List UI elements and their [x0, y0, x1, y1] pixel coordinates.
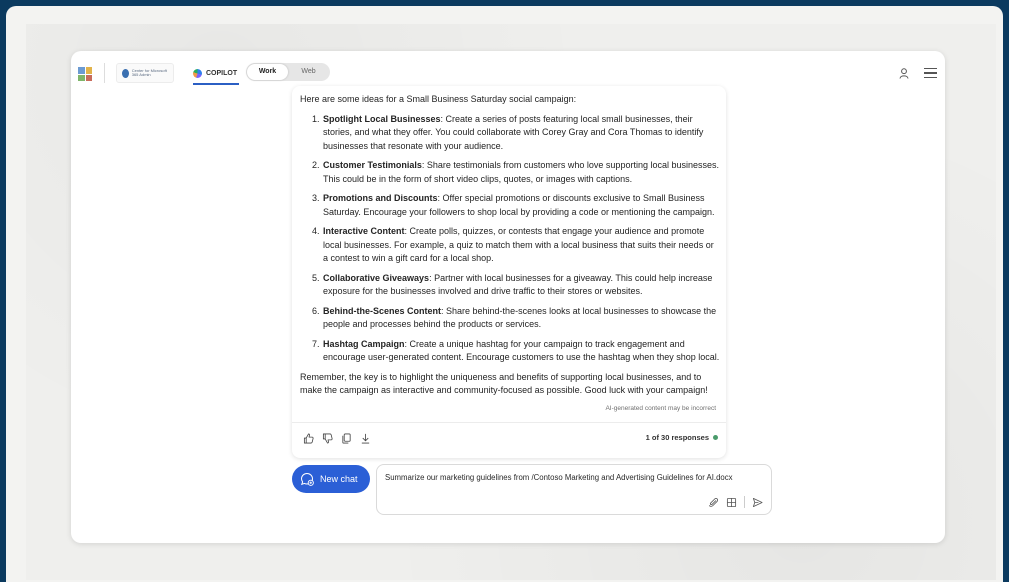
- item-title: Hashtag Campaign: [323, 338, 405, 349]
- new-chat-button[interactable]: New chat: [292, 465, 370, 493]
- list-item: Promotions and Discounts: Offer special …: [322, 192, 720, 219]
- org-logo-icon: [122, 68, 129, 78]
- toggle-web[interactable]: Web: [288, 64, 329, 80]
- list-item: Customer Testimonials: Share testimonial…: [322, 159, 720, 186]
- header-divider: [104, 63, 105, 83]
- response-card: Here are some ideas for a Small Business…: [292, 86, 726, 458]
- tab-copilot-label: COPILOT: [206, 69, 238, 77]
- copilot-icon: [193, 68, 202, 78]
- work-web-toggle[interactable]: Work Web: [246, 63, 330, 81]
- list-item: Interactive Content: Create polls, quizz…: [322, 225, 720, 266]
- response-content: Here are some ideas for a Small Business…: [300, 93, 720, 398]
- tab-copilot[interactable]: COPILOT: [193, 64, 239, 85]
- list-item: Hashtag Campaign: Create a unique hashta…: [322, 338, 720, 365]
- feedback-bar: [302, 432, 371, 444]
- item-title: Collaborative Giveaways: [323, 272, 430, 283]
- toolbar-divider: [744, 496, 745, 508]
- org-logo-text: Center for Microsoft 365 Admin: [131, 68, 167, 77]
- ai-disclaimer: AI-generated content may be incorrect: [605, 405, 716, 412]
- item-title: Promotions and Discounts: [323, 193, 438, 203]
- hamburger-menu-icon[interactable]: [924, 68, 937, 79]
- response-counter: 1 of 30 responses: [646, 433, 718, 442]
- ideas-list: Spotlight Local Businesses: Create a ser…: [300, 113, 720, 365]
- copy-icon[interactable]: [340, 432, 352, 444]
- response-intro: Here are some ideas for a Small Business…: [300, 94, 577, 104]
- list-item: Spotlight Local Businesses: Create a ser…: [322, 113, 720, 154]
- download-icon[interactable]: [359, 432, 371, 444]
- item-title: Behind-the-Scenes Content: [323, 305, 442, 316]
- org-logo: Center for Microsoft 365 Admin: [116, 63, 174, 83]
- toggle-work[interactable]: Work: [247, 64, 288, 80]
- list-item: Behind-the-Scenes Content: Share behind-…: [322, 305, 720, 332]
- app-launcher-icon[interactable]: [78, 67, 92, 81]
- response-closing: Remember, the key is to highlight the un…: [300, 371, 708, 396]
- new-chat-label: New chat: [320, 474, 358, 484]
- person-icon[interactable]: [899, 68, 909, 79]
- paperclip-icon[interactable]: [708, 497, 719, 508]
- response-count-text: 1 of 30 responses: [645, 433, 709, 442]
- new-chat-icon: [300, 472, 314, 486]
- thumbs-up-icon[interactable]: [302, 432, 314, 444]
- status-dot-icon: [713, 435, 718, 440]
- card-divider: [292, 422, 726, 423]
- item-title: Customer Testimonials: [323, 160, 422, 170]
- item-title: Interactive Content: [323, 226, 405, 236]
- apps-icon[interactable]: [726, 497, 737, 508]
- thumbs-down-icon[interactable]: [321, 432, 333, 444]
- item-title: Spotlight Local Businesses: [323, 113, 441, 124]
- chat-input-text[interactable]: Summarize our marketing guidelines from …: [385, 473, 733, 482]
- send-icon[interactable]: [752, 497, 763, 508]
- list-item: Collaborative Giveaways: Partner with lo…: [322, 272, 720, 299]
- input-toolbar: [708, 496, 763, 508]
- chat-input[interactable]: Summarize our marketing guidelines from …: [376, 464, 772, 515]
